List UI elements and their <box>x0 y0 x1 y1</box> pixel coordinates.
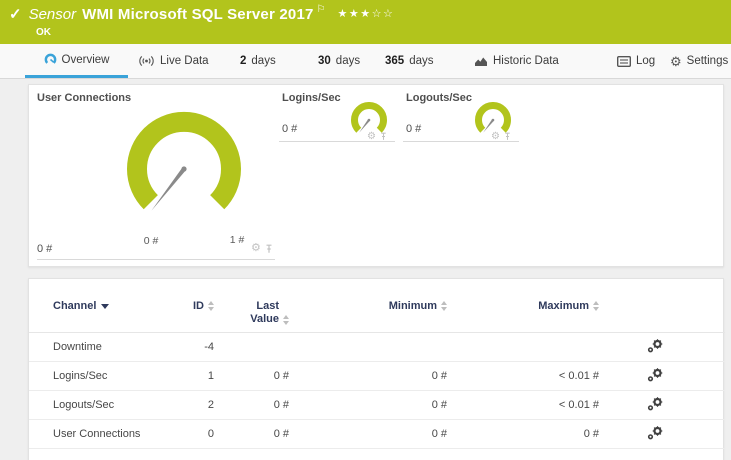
tab-historic-data[interactable]: Historic Data <box>474 44 559 78</box>
divider <box>279 141 395 142</box>
tab-2-days[interactable]: 2 days <box>240 44 276 78</box>
tab-365-days-unit: days <box>409 55 434 67</box>
channel-settings-gears-icon[interactable] <box>647 425 663 443</box>
logins-value: 0 # <box>282 123 298 135</box>
channel-id: -4 <box>149 332 214 362</box>
user-connections-gauge <box>127 112 241 211</box>
sort-icon <box>208 301 214 311</box>
user-connections-value: 0 # <box>37 243 53 255</box>
sensor-title: WMI Microsoft SQL Server 2017 <box>82 6 314 23</box>
channel-maximum <box>447 332 599 362</box>
column-header-maximum[interactable]: Maximum <box>447 279 599 333</box>
column-header-last-value-label: Last Value <box>250 300 279 325</box>
log-list-icon <box>617 55 631 67</box>
status-ok-check-icon: ✓ <box>9 6 22 23</box>
gauge-gear-icon[interactable]: ⚙ <box>251 243 261 254</box>
channels-table: Channel ID Last Value Minimum Maximum Do… <box>29 279 725 449</box>
table-row-downtime: Downtime -4 <box>29 332 725 362</box>
sort-icon <box>283 315 289 325</box>
logouts-title: Logouts/Sec <box>406 92 473 104</box>
tab-settings[interactable]: ⚙ Settings <box>670 44 728 78</box>
sort-icon <box>593 301 599 311</box>
gauges-panel: User Connections 0 # 1 # 0 # ⚙ Logins/Se… <box>28 84 724 267</box>
gear-icon: ⚙ <box>670 53 682 69</box>
channel-settings-gears-icon[interactable] <box>647 367 663 385</box>
tab-overview[interactable]: Overview <box>25 44 128 78</box>
tab-30-days[interactable]: 30 days <box>318 44 360 78</box>
user-connections-title: User Connections <box>37 92 132 104</box>
channel-name: User Connections <box>29 419 149 449</box>
tab-2-days-unit: days <box>251 55 276 67</box>
channel-settings-gears-icon[interactable] <box>647 338 663 356</box>
channel-last-value: 0 # <box>214 419 289 449</box>
tab-bar: Overview Live Data 2 days 30 days 365 da… <box>0 44 731 79</box>
tab-live-data-label: Live Data <box>160 55 209 67</box>
user-connections-gauge-actions: ⚙ <box>251 243 273 254</box>
tab-overview-label: Overview <box>61 53 110 66</box>
sensor-header: ✓ Sensor WMI Microsoft SQL Server 2017 ⚐… <box>0 0 731 44</box>
tab-30-days-number: 30 <box>318 55 331 67</box>
column-header-minimum[interactable]: Minimum <box>289 279 447 333</box>
channel-id: 2 <box>149 390 214 420</box>
channel-minimum <box>289 332 447 362</box>
sorted-desc-icon <box>101 304 110 309</box>
channel-minimum: 0 # <box>289 419 447 449</box>
object-kind-label: Sensor <box>28 6 77 23</box>
channel-minimum: 0 # <box>289 361 447 391</box>
gauge-icon <box>44 53 56 64</box>
tab-log[interactable]: Log <box>617 44 655 78</box>
column-header-channel-label: Channel <box>53 300 97 312</box>
table-header-row: Channel ID Last Value Minimum Maximum <box>29 279 725 333</box>
broadcast-icon <box>139 56 154 66</box>
channel-maximum: 0 # <box>447 419 599 449</box>
gauge-scale-min: 0 # <box>143 235 159 247</box>
area-chart-icon <box>475 57 487 66</box>
channel-maximum: < 0.01 # <box>447 390 599 420</box>
channels-panel: Channel ID Last Value Minimum Maximum Do… <box>28 278 725 460</box>
divider <box>37 259 275 260</box>
logouts-value: 0 # <box>406 123 422 135</box>
column-header-last-value[interactable]: Last Value <box>214 279 289 333</box>
column-header-maximum-label: Maximum <box>538 300 589 312</box>
priority-stars[interactable]: ★★★☆☆ <box>338 5 395 23</box>
gauge-pin-icon[interactable] <box>504 132 511 141</box>
channel-last-value <box>214 332 289 362</box>
logins-title: Logins/Sec <box>282 92 341 104</box>
tab-2-days-number: 2 <box>240 55 247 67</box>
tab-30-days-unit: days <box>335 55 361 67</box>
column-header-minimum-label: Minimum <box>388 300 437 312</box>
tab-365-days-number: 365 <box>385 55 405 67</box>
column-header-actions <box>599 279 725 333</box>
divider <box>403 141 519 142</box>
channel-name: Logouts/Sec <box>29 390 149 420</box>
gauge-pin-icon[interactable] <box>380 132 387 141</box>
tab-live-data[interactable]: Live Data <box>138 44 209 78</box>
channel-minimum: 0 # <box>289 390 447 420</box>
channel-id: 1 <box>149 361 214 391</box>
column-header-channel[interactable]: Channel <box>29 279 149 333</box>
sensor-header-row: ✓ Sensor WMI Microsoft SQL Server 2017 ⚐… <box>9 5 394 25</box>
table-row-logins: Logins/Sec 1 0 # 0 # < 0.01 # <box>29 361 725 391</box>
channel-last-value: 0 # <box>214 390 289 420</box>
channel-settings-gears-icon[interactable] <box>647 396 663 414</box>
flag-icon[interactable]: ⚐ <box>317 5 326 15</box>
channel-name: Logins/Sec <box>29 361 149 391</box>
tab-historic-data-label: Historic Data <box>493 55 559 67</box>
channel-id: 0 <box>149 419 214 449</box>
channel-last-value: 0 # <box>214 361 289 391</box>
sort-icon <box>441 301 447 311</box>
tab-settings-label: Settings <box>686 55 729 67</box>
channel-name: Downtime <box>29 332 149 362</box>
table-row-user-connections: User Connections 0 0 # 0 # 0 # <box>29 419 725 449</box>
gauge-pin-icon[interactable] <box>265 244 273 254</box>
column-header-id[interactable]: ID <box>149 279 214 333</box>
column-header-id-label: ID <box>193 300 204 312</box>
sensor-status-text: OK <box>36 27 51 38</box>
table-row-logouts: Logouts/Sec 2 0 # 0 # < 0.01 # <box>29 390 725 420</box>
channel-maximum: < 0.01 # <box>447 361 599 391</box>
tab-365-days[interactable]: 365 days <box>385 44 433 78</box>
tab-log-label: Log <box>636 55 656 67</box>
